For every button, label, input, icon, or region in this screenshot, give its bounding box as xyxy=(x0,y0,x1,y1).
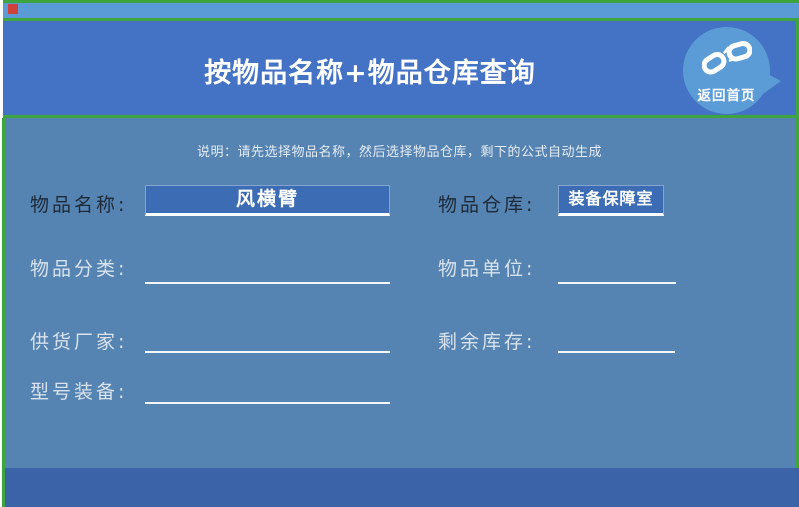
remaining-stock-output xyxy=(558,329,675,353)
item-warehouse-label: 物品仓库: xyxy=(438,190,535,217)
home-button-label: 返回首页 xyxy=(698,84,756,104)
item-warehouse-select[interactable]: 装备保障室 xyxy=(558,185,664,216)
red-marker xyxy=(8,4,18,14)
form-body xyxy=(5,118,796,468)
item-unit-label: 物品单位: xyxy=(438,254,535,281)
footer-band xyxy=(5,468,799,507)
item-category-output xyxy=(145,260,390,284)
query-form-window: 按物品名称+物品仓库查询 返回首页 说明：请先选择物品名称，然后选择物品仓库，剩… xyxy=(0,0,799,507)
left-green-border xyxy=(2,118,5,507)
item-name-select[interactable]: 风横臂 xyxy=(145,185,390,216)
item-unit-output xyxy=(558,260,676,284)
model-equipment-output xyxy=(145,380,390,404)
remaining-stock-label: 剩余库存: xyxy=(438,327,535,354)
supplier-label: 供货厂家: xyxy=(30,327,127,354)
home-button[interactable]: 返回首页 xyxy=(683,27,770,114)
item-name-label: 物品名称: xyxy=(30,190,127,217)
item-category-label: 物品分类: xyxy=(30,254,127,281)
instruction-note: 说明：请先选择物品名称，然后选择物品仓库，剩下的公式自动生成 xyxy=(3,141,796,160)
chain-link-icon xyxy=(702,39,752,81)
top-strip xyxy=(3,0,799,21)
model-equipment-label: 型号装备: xyxy=(30,377,127,404)
page-title: 按物品名称+物品仓库查询 xyxy=(0,51,740,90)
supplier-output xyxy=(145,329,390,353)
